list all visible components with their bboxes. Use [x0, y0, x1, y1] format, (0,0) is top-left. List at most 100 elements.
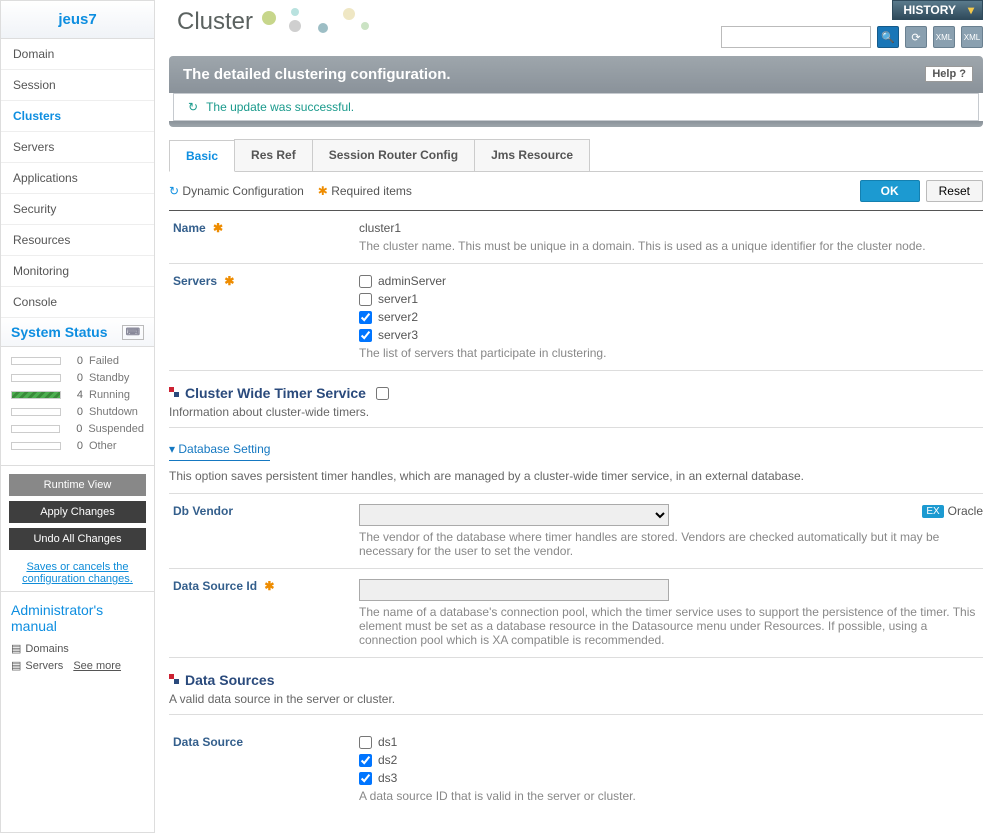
nav-applications[interactable]: Applications — [1, 163, 154, 194]
data-sources-desc: A valid data source in the server or clu… — [169, 692, 983, 715]
status-other: 0Other — [11, 440, 144, 452]
search-icon[interactable]: 🔍 — [877, 26, 899, 48]
tab-basic[interactable]: Basic — [169, 140, 235, 172]
dynamic-icon: ↻ — [169, 184, 179, 198]
nav-servers[interactable]: Servers — [1, 132, 154, 163]
detail-header: The detailed clustering configuration. H… — [169, 56, 983, 93]
server-adminserver-checkbox[interactable] — [359, 275, 372, 288]
nav-domain[interactable]: Domain — [1, 39, 154, 70]
ok-button[interactable]: OK — [860, 180, 920, 202]
status-shutdown: 0Shutdown — [11, 406, 144, 418]
history-button[interactable]: HISTORY — [892, 0, 983, 20]
sidebar: jeus7 Domain Session Clusters Servers Ap… — [0, 0, 155, 833]
help-icon: ? — [959, 68, 966, 80]
data-source-id-label: Data Source Id ✱ — [169, 579, 359, 647]
status-standby: 0Standby — [11, 372, 144, 384]
db-vendor-select[interactable] — [359, 504, 669, 526]
search-input[interactable] — [721, 26, 871, 48]
server-server3-checkbox[interactable] — [359, 329, 372, 342]
admin-manual-header: Administrator's manual — [11, 602, 144, 634]
section-icon — [169, 386, 179, 400]
data-source-hint: A data source ID that is valid in the se… — [359, 789, 983, 803]
reload-icon[interactable]: ⟳ — [905, 26, 927, 48]
cluster-timer-desc: Information about cluster-wide timers. — [169, 405, 983, 428]
nav-resources[interactable]: Resources — [1, 225, 154, 256]
reset-button[interactable]: Reset — [926, 180, 983, 202]
required-marker-icon: ✱ — [213, 221, 223, 235]
nav-list: Domain Session Clusters Servers Applicat… — [1, 39, 154, 318]
server-adminserver-label: adminServer — [378, 274, 446, 288]
status-failed: 0Failed — [11, 355, 144, 367]
required-icon: ✱ — [318, 184, 328, 198]
server-server1-checkbox[interactable] — [359, 293, 372, 306]
ds1-label: ds1 — [378, 735, 397, 749]
xml-export-icon[interactable]: XML — [961, 26, 983, 48]
db-vendor-label: Db Vendor — [169, 504, 359, 558]
nav-console[interactable]: Console — [1, 287, 154, 318]
manual-domains[interactable]: ▤Domains — [11, 642, 144, 655]
tab-session-router[interactable]: Session Router Config — [312, 139, 475, 171]
legend-dynamic: Dynamic Configuration — [182, 184, 303, 198]
servers-hint: The list of servers that participate in … — [359, 346, 983, 360]
ds3-label: ds3 — [378, 771, 397, 785]
save-note[interactable]: Saves or cancels the configuration chang… — [1, 555, 154, 591]
name-hint: The cluster name. This must be unique in… — [359, 239, 983, 253]
section-icon — [169, 673, 179, 687]
ds1-checkbox[interactable] — [359, 736, 372, 749]
name-label: Name ✱ — [169, 221, 359, 253]
required-marker-icon: ✱ — [224, 274, 234, 288]
update-message: ↻ The update was successful. — [173, 93, 979, 121]
server-server1-label: server1 — [378, 292, 418, 306]
undo-changes-button[interactable]: Undo All Changes — [9, 528, 146, 550]
page-title: Cluster — [177, 8, 253, 36]
help-button[interactable]: Help ? — [925, 66, 973, 82]
status-suspended: 0Suspended — [11, 423, 144, 435]
main-content: Cluster HISTORY 🔍 ⟳ XML XML The detailed… — [155, 0, 983, 833]
ds2-checkbox[interactable] — [359, 754, 372, 767]
ds3-checkbox[interactable] — [359, 772, 372, 785]
ds2-label: ds2 — [378, 753, 397, 767]
status-running: 4Running — [11, 389, 144, 401]
server-server2-checkbox[interactable] — [359, 311, 372, 324]
server-server2-label: server2 — [378, 310, 418, 324]
manual-servers[interactable]: ▤ServersSee more — [11, 659, 144, 672]
decorative-dots-icon — [261, 8, 371, 36]
database-setting-desc: This option saves persistent timer handl… — [169, 463, 983, 494]
refresh-icon: ↻ — [188, 100, 198, 114]
server-server3-label: server3 — [378, 328, 418, 342]
xml-import-icon[interactable]: XML — [933, 26, 955, 48]
tab-jms-resource[interactable]: Jms Resource — [474, 139, 590, 171]
name-value: cluster1 — [359, 221, 983, 235]
servers-label: Servers ✱ — [169, 274, 359, 360]
data-source-label: Data Source — [169, 735, 359, 803]
apply-changes-button[interactable]: Apply Changes — [9, 501, 146, 523]
detail-header-text: The detailed clustering configuration. — [183, 66, 451, 83]
monitor-icon[interactable]: ⌨ — [122, 325, 144, 340]
system-status-header: System Status ⌨ — [1, 318, 154, 347]
legend-required: Required items — [331, 184, 412, 198]
tab-res-ref[interactable]: Res Ref — [234, 139, 313, 171]
data-source-id-hint: The name of a database's connection pool… — [359, 605, 983, 647]
nav-clusters[interactable]: Clusters — [1, 101, 154, 132]
database-setting-toggle[interactable]: ▾ Database Setting — [169, 438, 270, 461]
book-icon: ▤ — [11, 659, 21, 672]
system-status-title: System Status — [11, 324, 107, 340]
see-more-link[interactable]: See more — [73, 660, 121, 672]
system-status-body: 0Failed 0Standby 4Running 0Shutdown 0Sus… — [1, 347, 154, 465]
required-marker-icon: ✱ — [264, 579, 274, 593]
update-message-text: The update was successful. — [206, 100, 354, 114]
nav-security[interactable]: Security — [1, 194, 154, 225]
book-icon: ▤ — [11, 642, 21, 655]
nav-monitoring[interactable]: Monitoring — [1, 256, 154, 287]
data-source-id-input[interactable] — [359, 579, 669, 601]
example-badge-icon: EX — [922, 505, 943, 518]
db-vendor-hint: The vendor of the database where timer h… — [359, 530, 983, 558]
runtime-view-button[interactable]: Runtime View — [9, 474, 146, 496]
data-sources-title: Data Sources — [185, 672, 274, 688]
nav-session[interactable]: Session — [1, 70, 154, 101]
cluster-timer-checkbox[interactable] — [376, 387, 389, 400]
tabs: Basic Res Ref Session Router Config Jms … — [169, 139, 983, 172]
db-vendor-example: EXOracle — [922, 504, 983, 518]
app-title: jeus7 — [1, 1, 154, 39]
cluster-timer-title: Cluster Wide Timer Service — [185, 385, 366, 401]
